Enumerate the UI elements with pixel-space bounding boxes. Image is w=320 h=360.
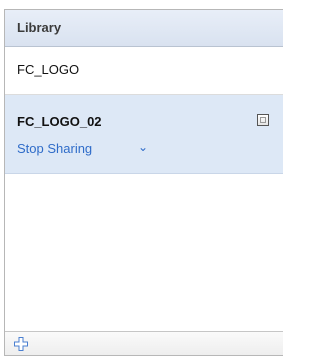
panel-header: Library	[5, 10, 283, 47]
plus-icon[interactable]	[13, 336, 29, 352]
library-item-name: FC_LOGO	[17, 62, 80, 77]
panel-footer	[5, 331, 283, 355]
library-item-name: FC_LOGO_02	[17, 114, 102, 129]
library-panel: Library FC_LOGO FC_LOGO_02 Stop Sharing …	[4, 9, 283, 356]
library-item[interactable]: FC_LOGO	[5, 47, 283, 95]
panel-title: Library	[17, 20, 62, 35]
double-chevron-down-icon[interactable]: ⌄︎	[138, 140, 148, 154]
square-checkbox-icon[interactable]	[257, 114, 269, 126]
stop-sharing-link[interactable]: Stop Sharing	[17, 141, 92, 156]
library-item-selected[interactable]: FC_LOGO_02 Stop Sharing ⌄︎	[5, 95, 283, 174]
